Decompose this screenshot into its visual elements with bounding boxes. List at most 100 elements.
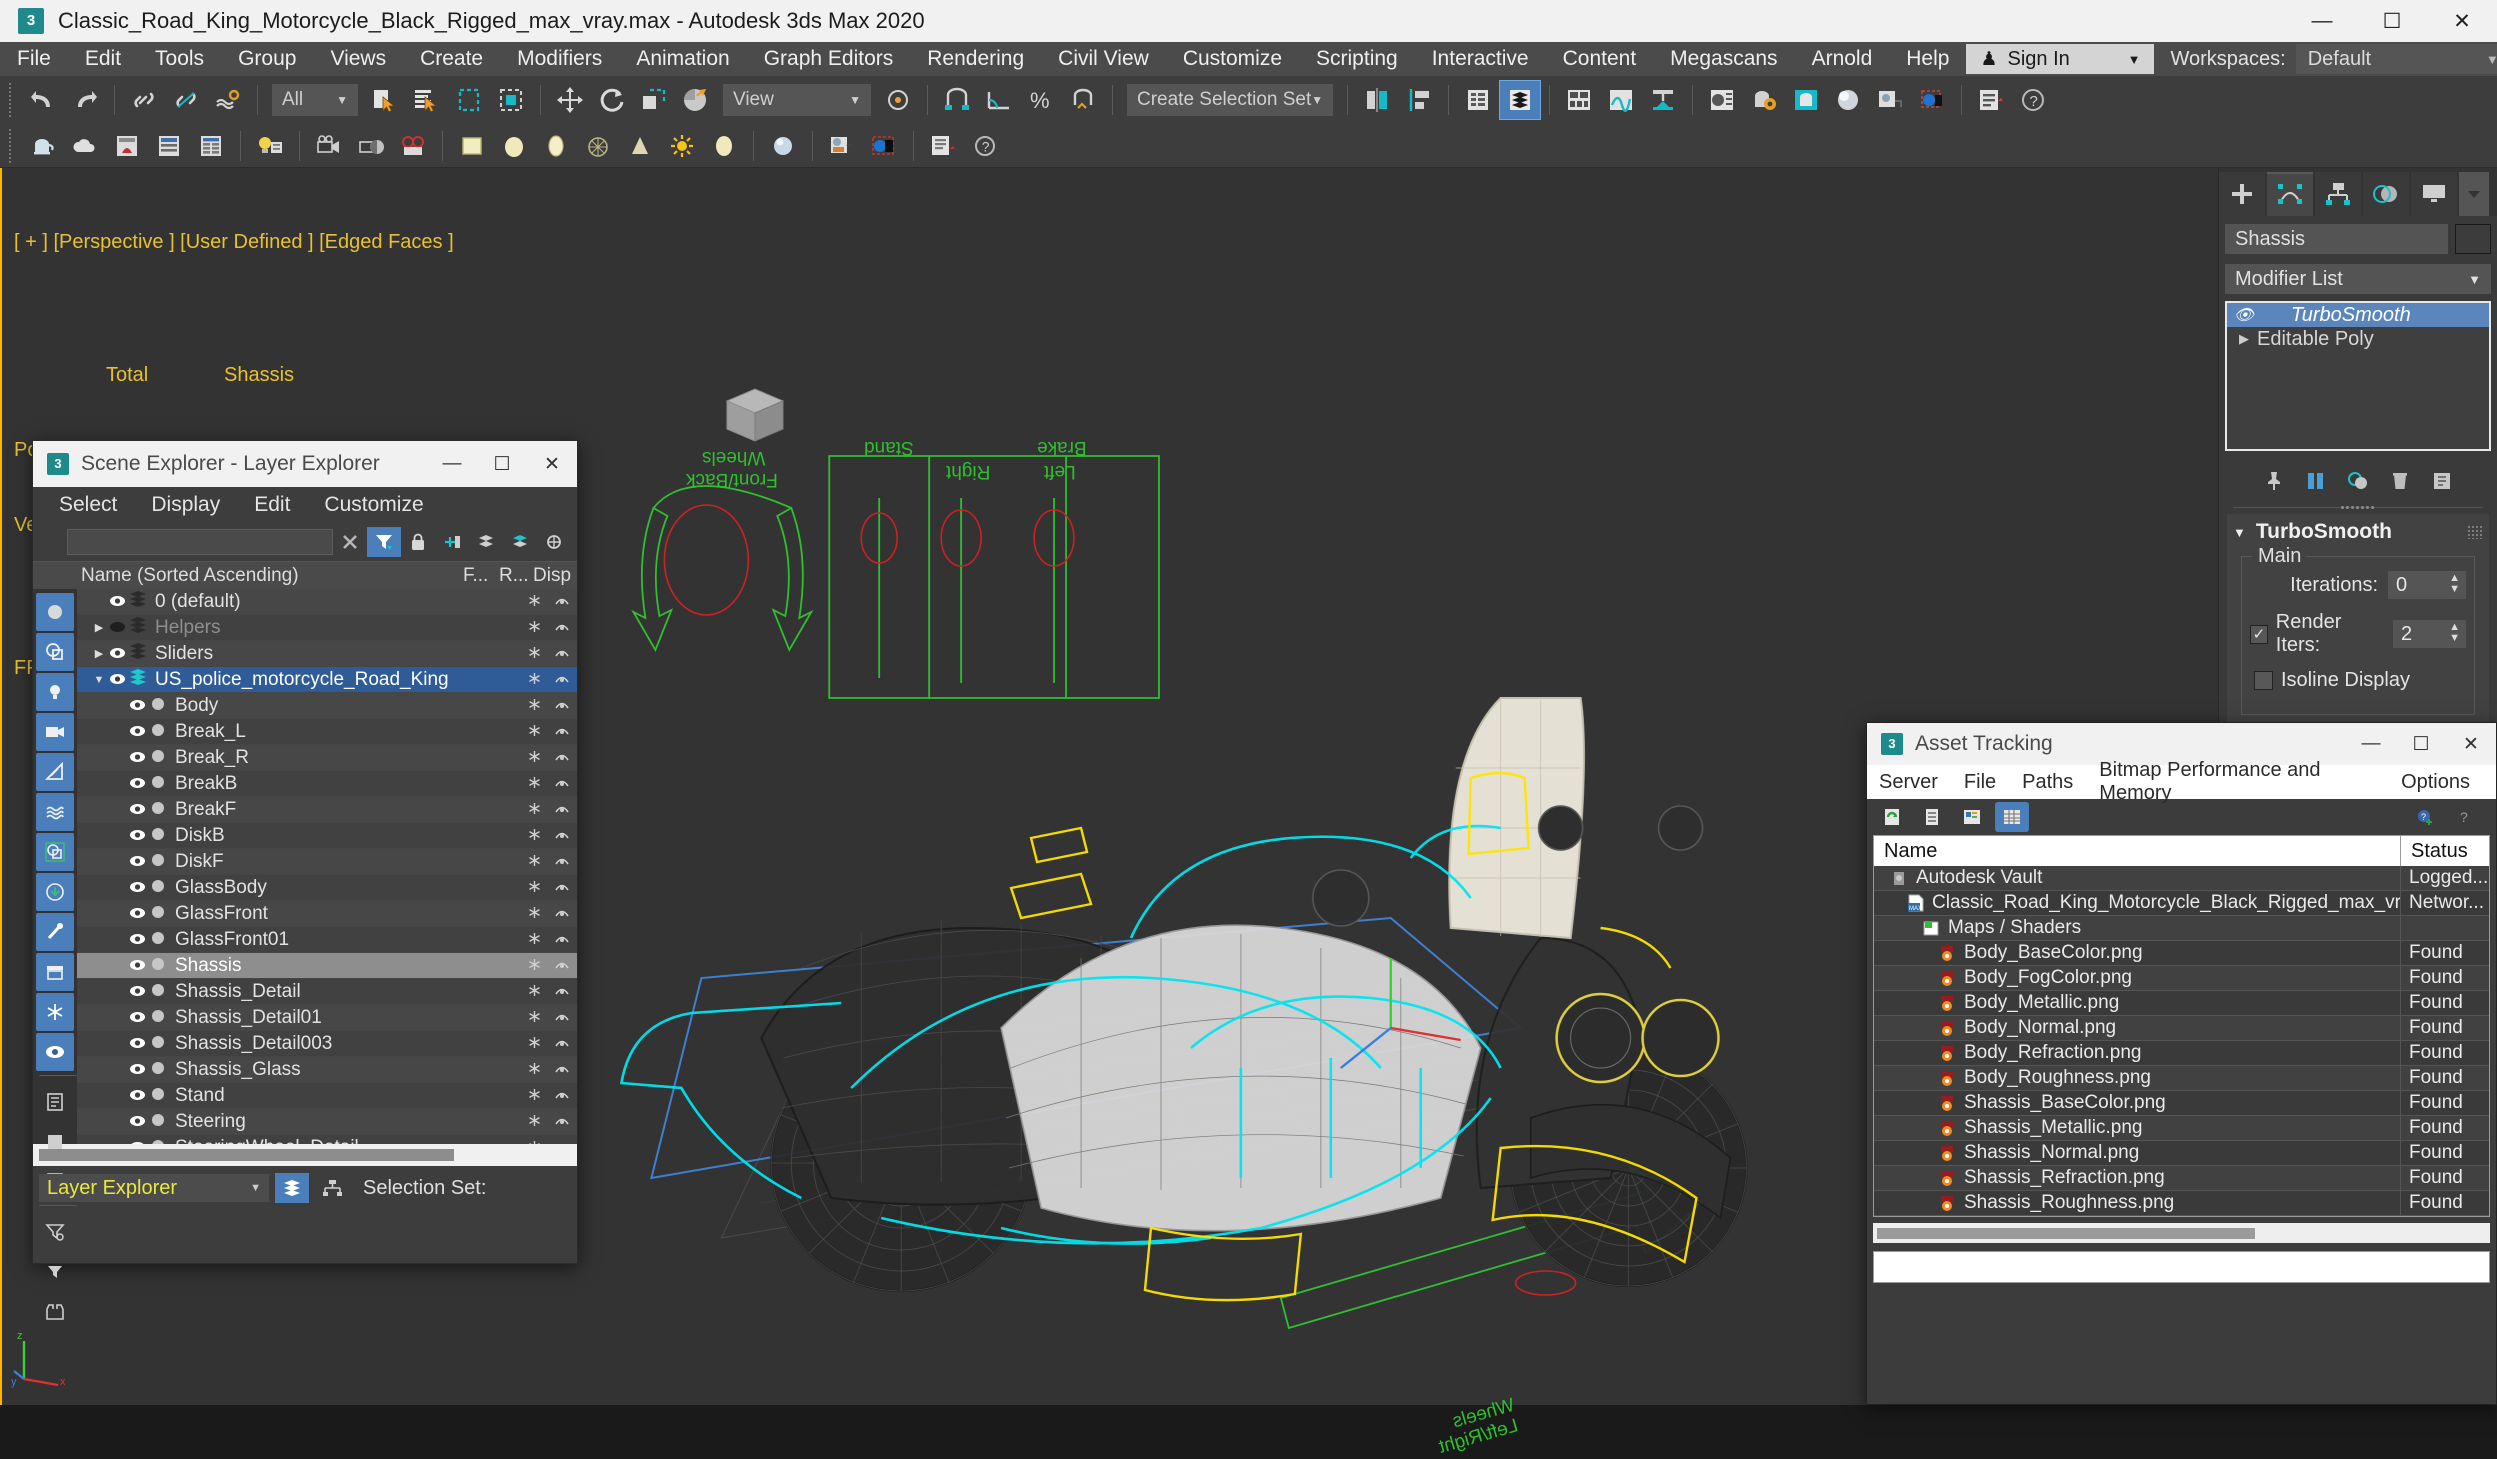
display-icon[interactable] bbox=[547, 903, 577, 925]
menu-item-file[interactable]: File bbox=[0, 42, 68, 76]
layer-list-row[interactable]: Steering bbox=[77, 1109, 577, 1135]
help-icon[interactable]: ? bbox=[2012, 80, 2054, 120]
select-by-name-icon[interactable] bbox=[406, 80, 448, 120]
menu-item-arnold[interactable]: Arnold bbox=[1795, 42, 1890, 76]
maximize-button[interactable]: ☐ bbox=[2357, 0, 2427, 42]
remove-modifier-icon[interactable] bbox=[2383, 465, 2417, 497]
menu-item-content[interactable]: Content bbox=[1546, 42, 1654, 76]
freeze-icon[interactable] bbox=[521, 906, 547, 922]
layer-list-row[interactable]: Shassis_Detail01 bbox=[77, 1005, 577, 1031]
minimize-button[interactable]: — bbox=[427, 441, 477, 487]
mirror-icon[interactable] bbox=[1356, 80, 1398, 120]
layer-list-row[interactable]: Shassis_Detail003 bbox=[77, 1031, 577, 1057]
hedra-primitive-icon[interactable] bbox=[577, 126, 619, 166]
eye-icon[interactable] bbox=[107, 594, 127, 610]
menu-item-interactive[interactable]: Interactive bbox=[1415, 42, 1546, 76]
eye-icon[interactable] bbox=[127, 750, 147, 766]
filter-cameras-icon[interactable] bbox=[36, 713, 74, 751]
spinner-arrows-icon[interactable]: ▲▼ bbox=[2449, 573, 2460, 595]
filter-geometry-icon[interactable] bbox=[36, 593, 74, 631]
filter-funnel-icon[interactable] bbox=[367, 527, 401, 557]
configure-modifier-sets-icon[interactable] bbox=[2425, 465, 2459, 497]
filter-helpers-icon[interactable] bbox=[36, 753, 74, 791]
menu-item-animation[interactable]: Animation bbox=[619, 42, 746, 76]
menu-item-options[interactable]: Options bbox=[2401, 771, 2470, 794]
display-icon[interactable] bbox=[547, 851, 577, 873]
detail-view-icon[interactable] bbox=[1955, 802, 1989, 832]
maximize-button[interactable]: ☐ bbox=[477, 441, 527, 487]
named-selection-set-input[interactable]: Create Selection Set ▼ bbox=[1127, 84, 1333, 116]
menu-item-help[interactable]: Help bbox=[1889, 42, 1966, 76]
layer-list-row[interactable]: Stand bbox=[77, 1083, 577, 1109]
menu-item-views[interactable]: Views bbox=[313, 42, 403, 76]
layer-list-row[interactable]: GlassFront bbox=[77, 901, 577, 927]
display-icon[interactable] bbox=[547, 929, 577, 951]
layer-list-row[interactable]: 0 (default) bbox=[77, 589, 577, 615]
chevron-right-icon[interactable]: ▶ bbox=[2231, 331, 2257, 347]
layer-list-row[interactable]: Break_L bbox=[77, 719, 577, 745]
eye-icon[interactable] bbox=[107, 672, 127, 688]
eye-icon[interactable] bbox=[127, 802, 147, 818]
close-button[interactable]: ✕ bbox=[2446, 723, 2496, 765]
material-grid-icon[interactable] bbox=[190, 126, 232, 166]
more-options-icon[interactable] bbox=[537, 527, 571, 557]
layer-list-row[interactable]: Body bbox=[77, 693, 577, 719]
asset-table-row[interactable]: Shassis_Roughness.pngFound bbox=[1874, 1191, 2489, 1216]
display-icon[interactable] bbox=[547, 617, 577, 639]
display-icon[interactable] bbox=[547, 1059, 577, 1081]
make-unique-icon[interactable] bbox=[2341, 465, 2375, 497]
cloud-icon[interactable] bbox=[64, 126, 106, 166]
freeze-icon[interactable] bbox=[521, 1010, 547, 1026]
layer-list-row[interactable]: DiskB bbox=[77, 823, 577, 849]
freeze-icon[interactable] bbox=[521, 750, 547, 766]
maximize-button[interactable]: ☐ bbox=[2396, 723, 2446, 765]
display-icon[interactable] bbox=[547, 1007, 577, 1029]
show-material-in-viewport-icon[interactable] bbox=[863, 126, 905, 166]
display-icon[interactable] bbox=[547, 981, 577, 1003]
toggle-scene-explorer-icon[interactable] bbox=[1457, 80, 1499, 120]
filter-lights-icon[interactable] bbox=[36, 673, 74, 711]
box-primitive-icon[interactable] bbox=[451, 126, 493, 166]
column-status[interactable]: Status bbox=[2401, 840, 2489, 863]
filter-shapes-icon[interactable] bbox=[36, 633, 74, 671]
asset-tracking-status-field[interactable] bbox=[1873, 1251, 2490, 1283]
sun-light-icon[interactable] bbox=[661, 126, 703, 166]
sphere-primitive-icon[interactable] bbox=[493, 126, 535, 166]
select-and-rotate-icon[interactable] bbox=[591, 80, 633, 120]
display-icon[interactable] bbox=[547, 1137, 577, 1145]
layer-list-horizontal-scrollbar[interactable] bbox=[33, 1144, 577, 1166]
menu-item-display[interactable]: Display bbox=[151, 493, 220, 517]
modifier-stack-item-editable-poly[interactable]: ▶ Editable Poly bbox=[2227, 327, 2489, 351]
tab-create[interactable] bbox=[2219, 172, 2265, 216]
freeze-icon[interactable] bbox=[521, 672, 547, 688]
filter-groups-icon[interactable] bbox=[36, 833, 74, 871]
layer-view-toggle[interactable] bbox=[275, 1173, 309, 1203]
expand-arrow-icon[interactable]: ▶ bbox=[91, 647, 107, 660]
display-icon[interactable] bbox=[547, 643, 577, 665]
menu-item-customize[interactable]: Customize bbox=[324, 493, 423, 517]
spinner-snap-icon[interactable] bbox=[1062, 80, 1104, 120]
freeze-icon[interactable] bbox=[521, 880, 547, 896]
freeze-icon[interactable] bbox=[521, 724, 547, 740]
asset-table-row[interactable]: Shassis_Metallic.pngFound bbox=[1874, 1116, 2489, 1141]
render-activeshade-icon[interactable] bbox=[1911, 80, 1953, 120]
add-to-selection-icon[interactable] bbox=[435, 527, 469, 557]
eye-icon[interactable] bbox=[107, 646, 127, 662]
menu-item-tools[interactable]: Tools bbox=[138, 42, 221, 76]
filter-space-warps-icon[interactable] bbox=[36, 793, 74, 831]
menu-item-paths[interactable]: Paths bbox=[2022, 771, 2073, 794]
layer-list-row[interactable]: GlassFront01 bbox=[77, 927, 577, 953]
eye-icon[interactable] bbox=[127, 1114, 147, 1130]
tab-modify[interactable] bbox=[2267, 172, 2313, 216]
lock-icon[interactable] bbox=[401, 527, 435, 557]
toggle-ribbon-icon[interactable] bbox=[1558, 80, 1600, 120]
menu-item-scripting[interactable]: Scripting bbox=[1299, 42, 1415, 76]
close-button[interactable]: ✕ bbox=[2427, 0, 2497, 42]
align-icon[interactable] bbox=[1398, 80, 1440, 120]
display-icon[interactable] bbox=[547, 591, 577, 613]
pin-stack-icon[interactable] bbox=[2257, 465, 2291, 497]
unlink-selection-icon[interactable] bbox=[165, 80, 207, 120]
asset-table-row[interactable]: Body_Normal.pngFound bbox=[1874, 1016, 2489, 1041]
freeze-icon[interactable] bbox=[521, 854, 547, 870]
schematic-view-icon[interactable] bbox=[1642, 80, 1684, 120]
